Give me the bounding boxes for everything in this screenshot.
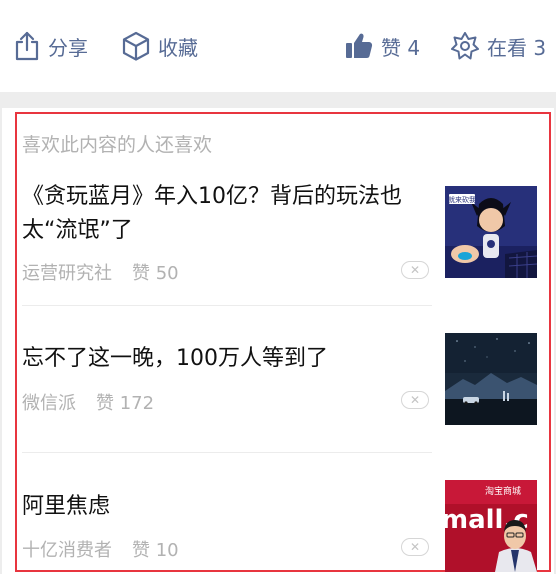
dismiss-button[interactable]: ✕ <box>401 538 429 556</box>
section-title: 喜欢此内容的人还喜欢 <box>22 134 213 156</box>
share-icon <box>14 31 40 61</box>
close-icon: ✕ <box>409 393 421 407</box>
favorite-label: 收藏 <box>158 35 198 60</box>
thumb-caption: 就来砍我 <box>448 195 476 204</box>
article-thumbnail-1[interactable]: 就来砍我 <box>445 186 537 278</box>
divider <box>22 452 432 453</box>
article-thumbnail-2[interactable] <box>445 333 537 425</box>
article-likes: 赞 10 <box>132 540 179 561</box>
article-thumbnail-3[interactable]: 淘宝商城 mall.c <box>445 480 537 572</box>
like-label: 赞 4 <box>381 35 421 60</box>
thumb-caption: 淘宝商城 <box>485 485 521 497</box>
article-title-3[interactable]: 阿里焦虑 <box>22 490 422 524</box>
flower-icon <box>451 32 479 60</box>
watching-button[interactable]: 在看 3 <box>451 26 546 66</box>
article-title-2[interactable]: 忘不了这一晚，100万人等到了 <box>22 342 422 376</box>
article-likes: 赞 50 <box>132 263 179 284</box>
dismiss-button[interactable]: ✕ <box>401 261 429 279</box>
article-source[interactable]: 微信派 <box>22 393 76 414</box>
article-likes: 赞 172 <box>96 393 155 414</box>
article-meta-3: 十亿消费者赞 10 <box>22 536 179 562</box>
divider <box>22 305 432 306</box>
article-meta-2: 微信派赞 172 <box>22 389 154 415</box>
share-button[interactable]: 分享 <box>14 26 88 66</box>
close-icon: ✕ <box>409 263 421 277</box>
dismiss-button[interactable]: ✕ <box>401 391 429 409</box>
article-source[interactable]: 运营研究社 <box>22 263 112 284</box>
article-source[interactable]: 十亿消费者 <box>22 540 112 561</box>
share-label: 分享 <box>48 35 88 60</box>
watching-label: 在看 3 <box>487 35 547 60</box>
article-meta-1: 运营研究社赞 50 <box>22 259 179 285</box>
like-button[interactable]: 赞 4 <box>345 26 420 66</box>
thumbs-up-icon <box>345 32 373 60</box>
close-icon: ✕ <box>409 540 421 554</box>
favorite-button[interactable]: 收藏 <box>122 26 198 66</box>
article-title-1[interactable]: 《贪玩蓝月》年入10亿？背后的玩法也太“流氓”了 <box>22 180 422 248</box>
article-action-bar: 分享 收藏 赞 4 在看 3 <box>0 0 556 92</box>
cube-icon <box>122 31 150 61</box>
